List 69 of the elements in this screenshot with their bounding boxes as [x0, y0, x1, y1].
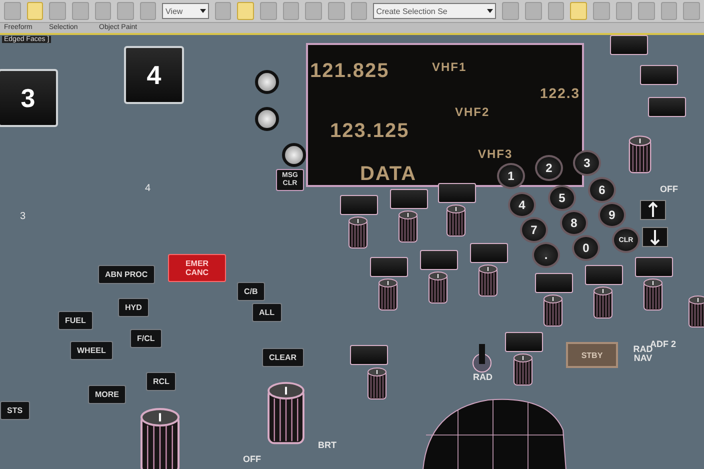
panel-key[interactable]	[470, 243, 508, 263]
keypad-key[interactable]: 7	[520, 217, 548, 243]
ecam-button[interactable]: HYD	[118, 298, 149, 317]
ecam-button[interactable]: FUEL	[58, 311, 93, 330]
knob-icon[interactable]	[643, 278, 663, 312]
panel-key[interactable]	[648, 97, 686, 117]
ecam-button[interactable]: C/B	[237, 282, 265, 301]
panel-key[interactable]	[635, 257, 673, 277]
ecam-button[interactable]: ALL	[252, 303, 282, 322]
knob-icon[interactable]	[446, 204, 466, 238]
ecam-button[interactable]: CLEAR	[262, 348, 304, 367]
display-frequency: DATA	[360, 163, 417, 186]
panel-key[interactable]	[505, 332, 543, 352]
keypad-key[interactable]: 8	[560, 210, 588, 236]
display-channel: VHF1	[432, 60, 467, 74]
keypad-key[interactable]: 9	[598, 202, 626, 228]
knob-icon[interactable]	[513, 353, 533, 387]
panel-label: OFF	[660, 185, 678, 194]
keypad-key[interactable]: 4	[508, 192, 536, 218]
knob-icon[interactable]	[428, 271, 448, 305]
display-frequency: 121.825	[310, 60, 390, 83]
round-button[interactable]	[255, 70, 279, 94]
big-key[interactable]: 3	[0, 69, 58, 127]
keypad-key[interactable]: 3	[573, 150, 601, 176]
knob-icon[interactable]	[378, 278, 398, 312]
keypad-key[interactable]: 0	[572, 235, 600, 261]
panel-key[interactable]	[585, 265, 623, 285]
panel-key[interactable]	[340, 195, 378, 215]
round-button[interactable]	[282, 143, 306, 167]
keypad-key[interactable]: 5	[548, 185, 576, 211]
panel-label: OFF	[243, 455, 261, 464]
ecam-button[interactable]: STS	[0, 401, 30, 420]
display-channel: VHF2	[455, 105, 490, 119]
panel-label: RAD NAV	[632, 345, 653, 363]
ecam-button[interactable]: F/CL	[130, 329, 162, 348]
keypad-key[interactable]: 6	[588, 177, 616, 203]
knob-icon[interactable]	[348, 216, 368, 250]
display-channel: VHF3	[478, 147, 513, 161]
key-caption: 4	[145, 183, 151, 194]
panel-key[interactable]	[640, 65, 678, 85]
ecam-button[interactable]: WHEEL	[70, 341, 113, 360]
emergency-button[interactable]: EMER CANC	[168, 254, 226, 282]
panel-key[interactable]	[420, 250, 458, 270]
knob-icon[interactable]	[593, 286, 613, 320]
ecam-button[interactable]: ABN PROC	[98, 265, 155, 284]
round-button[interactable]	[255, 107, 279, 131]
knob-icon[interactable]	[688, 295, 704, 329]
stby-button[interactable]: STBY	[566, 342, 618, 368]
panel-label: BRT	[318, 441, 336, 450]
panel-key[interactable]	[535, 273, 573, 293]
big-key[interactable]: 4	[124, 46, 184, 104]
view-dropdown[interactable]: View	[162, 3, 209, 19]
panel-key[interactable]	[350, 345, 388, 365]
ecam-button[interactable]: RCL	[146, 372, 176, 391]
panel-key[interactable]	[438, 183, 476, 203]
knob-icon[interactable]	[367, 367, 387, 401]
panel-key[interactable]	[390, 189, 428, 209]
key-caption: 3	[20, 211, 26, 222]
keypad-key[interactable]: .	[532, 242, 560, 268]
selection-set-dropdown[interactable]: Create Selection Se	[373, 3, 496, 19]
knob-icon[interactable]	[478, 264, 498, 298]
display-frequency: 123.125	[330, 120, 410, 143]
panel-key[interactable]	[610, 35, 648, 55]
display-standby: 122.3	[540, 85, 580, 101]
panel-key[interactable]	[370, 257, 408, 277]
knob-icon[interactable]	[398, 210, 418, 244]
panel-label: RAD	[473, 373, 492, 382]
ecam-button[interactable]: MORE	[88, 385, 126, 404]
knob-icon[interactable]	[543, 294, 563, 328]
